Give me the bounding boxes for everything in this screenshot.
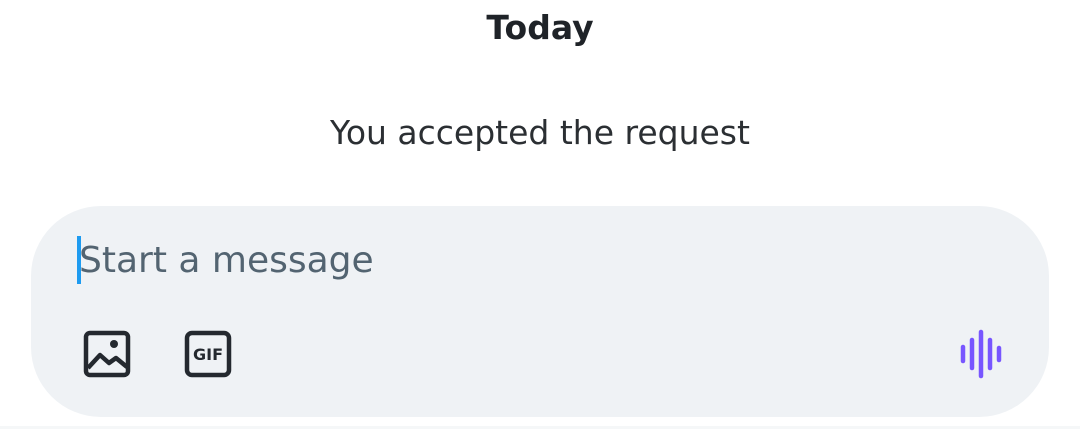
voice-message-button[interactable]	[951, 326, 1011, 386]
message-input[interactable]	[79, 232, 939, 288]
add-media-button[interactable]	[77, 326, 137, 386]
date-header: Today	[486, 8, 594, 47]
add-gif-button[interactable]: GIF	[178, 326, 238, 386]
voice-waveform-icon	[953, 326, 1009, 387]
gif-icon-label: GIF	[193, 345, 223, 364]
image-icon	[82, 329, 132, 384]
gif-icon: GIF	[183, 329, 233, 384]
message-composer: GIF	[31, 206, 1049, 417]
system-message: You accepted the request	[330, 113, 750, 152]
